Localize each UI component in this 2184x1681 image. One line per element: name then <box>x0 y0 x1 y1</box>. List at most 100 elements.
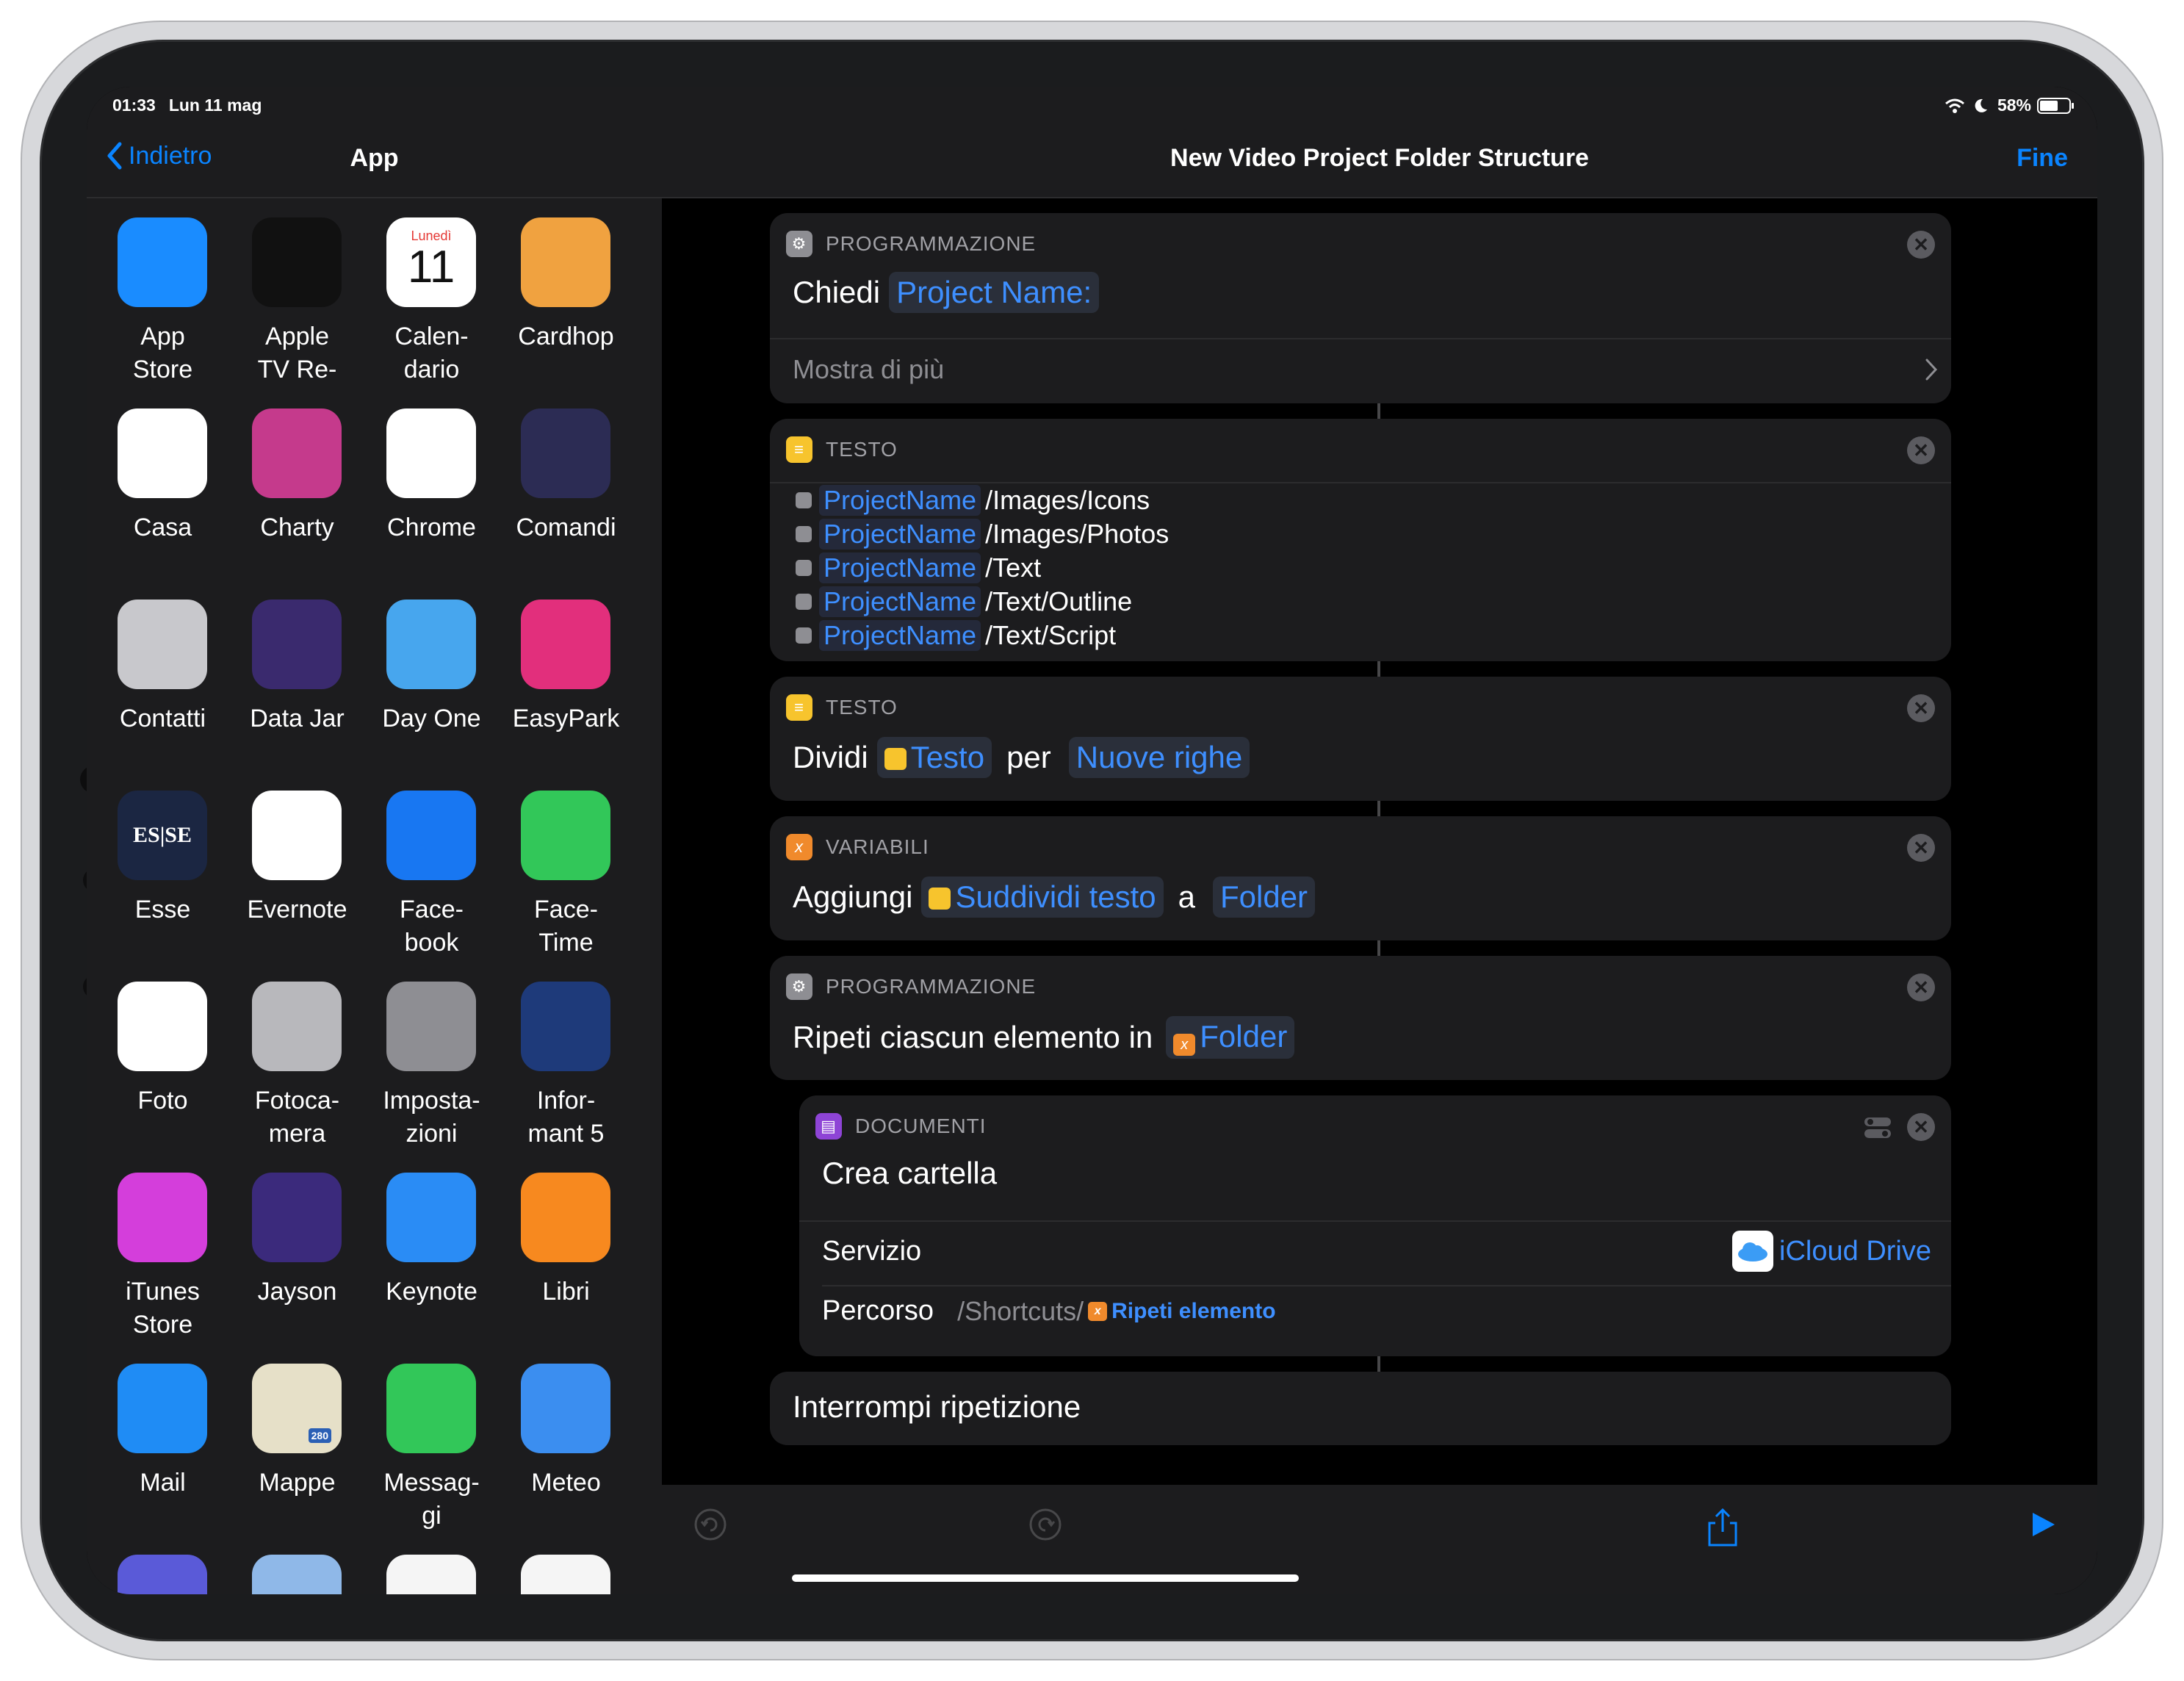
app-label: Keynote <box>386 1278 477 1306</box>
app-item[interactable]: Contatti <box>95 600 230 787</box>
action-title: Crea cartella <box>822 1156 998 1190</box>
action-category: PROGRAMMAZIONE <box>826 975 1037 998</box>
action-text[interactable]: ≡ TESTO ✕ ProjectName/Images/Icons Projec… <box>770 419 1951 661</box>
action-split-text[interactable]: ≡ TESTO ✕ Dividi Testo per Nuove righe <box>770 677 1951 801</box>
app-item[interactable]: Comandi <box>499 408 633 596</box>
project-name-token[interactable]: ProjectName <box>819 620 981 651</box>
app-item[interactable]: Casa <box>95 408 230 596</box>
icloud-icon <box>1732 1231 1774 1272</box>
separator-parameter[interactable]: Nuove righe <box>1068 737 1250 778</box>
action-add-to-variable[interactable]: x VARIABILI ✕ Aggiungi Suddividi testo a… <box>770 816 1951 940</box>
jayson-icon <box>252 1173 342 1262</box>
app-item[interactable]: Apple TV Re- <box>230 217 364 405</box>
remove-action-button[interactable]: ✕ <box>1907 694 1935 722</box>
prompt-parameter[interactable]: Project Name: <box>889 272 1100 313</box>
nav-bar <box>662 87 2097 198</box>
action-ask-input[interactable]: ⚙ PROGRAMMAZIONE ✕ Chiedi Project Name: … <box>770 213 1951 403</box>
app-item[interactable] <box>364 1555 499 1594</box>
text-icon <box>929 888 951 910</box>
app-item[interactable]: Keynote <box>364 1173 499 1360</box>
text-variable[interactable]: Testo <box>876 737 992 778</box>
remove-action-button[interactable]: ✕ <box>1907 834 1935 862</box>
app-item[interactable]: Messag- gi <box>364 1364 499 1551</box>
app-item[interactable]: Imposta- zioni <box>364 982 499 1169</box>
text-icon <box>884 748 907 770</box>
app-item[interactable]: App Store <box>95 217 230 405</box>
app-label: Messag- gi <box>383 1469 480 1530</box>
app-item[interactable]: Evernote <box>230 791 364 978</box>
remove-action-button[interactable]: ✕ <box>1907 1113 1935 1141</box>
app-item[interactable]: Data Jar <box>230 600 364 787</box>
app-label: Mail <box>140 1469 186 1497</box>
app-item[interactable]: iTunes Store <box>95 1173 230 1360</box>
app-item[interactable]: Face- book <box>364 791 499 978</box>
text-line: ProjectName/Text/Outline <box>796 585 1169 619</box>
remove-action-button[interactable]: ✕ <box>1907 436 1935 464</box>
app-item[interactable]: 280 Mappe <box>230 1364 364 1551</box>
service-value[interactable]: iCloud Drive <box>1732 1231 1931 1272</box>
play-icon[interactable] <box>2028 1510 2058 1539</box>
app-item[interactable]: Face- Time <box>499 791 633 978</box>
app-item[interactable]: Meteo <box>499 1364 633 1551</box>
app-item[interactable] <box>499 1555 633 1594</box>
action-row: Aggiungi Suddividi testo a Folder <box>793 877 1316 918</box>
chevron-right-icon <box>1925 359 1938 381</box>
mail-icon <box>118 1364 207 1453</box>
remove-action-button[interactable]: ✕ <box>1907 973 1935 1001</box>
moon-icon <box>1975 98 1987 112</box>
itunes-store-icon <box>118 1173 207 1262</box>
folder-variable[interactable]: x Folder <box>1166 1016 1295 1059</box>
home-indicator <box>792 1574 1299 1582</box>
battery-percent: 58% <box>1997 96 2031 115</box>
app-item[interactable]: Charty <box>230 408 364 596</box>
action-repeat-each[interactable]: ⚙ PROGRAMMAZIONE ✕ Ripeti ciascun elemen… <box>770 956 1951 1080</box>
action-header: ≡ TESTO <box>786 436 898 463</box>
action-end-repeat[interactable]: Interrompi ripetizione <box>770 1372 1951 1445</box>
app-item[interactable]: Foto <box>95 982 230 1169</box>
contacts-icon <box>118 600 207 689</box>
path-row[interactable]: Percorso /Shortcuts/ x Ripeti elemento <box>822 1295 1276 1327</box>
show-more-label: Mostra di più <box>793 354 945 384</box>
show-more-button[interactable]: Mostra di più <box>793 354 1939 385</box>
split-text-variable[interactable]: Suddividi testo <box>921 877 1164 918</box>
app-item[interactable]: Day One <box>364 600 499 787</box>
app-label: Calen- dario <box>394 323 469 384</box>
done-button[interactable]: Fine <box>2017 144 2068 173</box>
share-icon[interactable] <box>1705 1507 1740 1548</box>
informant-icon <box>521 982 610 1071</box>
project-name-token[interactable]: ProjectName <box>819 552 981 583</box>
app-label: Casa <box>133 514 192 541</box>
undo-icon[interactable] <box>693 1507 728 1542</box>
app-item[interactable]: Chrome <box>364 408 499 596</box>
app-item[interactable]: EasyPark <box>499 600 633 787</box>
app-item[interactable] <box>95 1555 230 1594</box>
app-item[interactable]: Infor- mant 5 <box>499 982 633 1169</box>
action-create-folder[interactable]: ▤ DOCUMENTI ✕ Crea cartella Servizio iCl… <box>799 1095 1951 1356</box>
app-item[interactable]: Lunedì 11 Calen- dario <box>364 217 499 405</box>
variable-name-parameter[interactable]: Folder <box>1213 877 1316 918</box>
project-name-token[interactable]: ProjectName <box>819 519 981 550</box>
toggle-options-icon[interactable] <box>1863 1113 1892 1142</box>
app-item[interactable] <box>230 1555 364 1594</box>
text-icon: ≡ <box>786 436 812 463</box>
redo-icon[interactable] <box>1028 1507 1063 1542</box>
project-name-token[interactable]: ProjectName <box>819 485 981 516</box>
app-item[interactable]: Cardhop <box>499 217 633 405</box>
text-line: ProjectName/Images/Icons <box>796 483 1169 517</box>
app-item[interactable]: Jayson <box>230 1173 364 1360</box>
data-jar-icon <box>252 600 342 689</box>
app-item[interactable]: Fotoca- mera <box>230 982 364 1169</box>
variable-icon: x <box>786 834 812 860</box>
path-text: /Images/Icons <box>985 485 1150 515</box>
service-row[interactable]: Servizio iCloud Drive <box>822 1231 1931 1272</box>
remove-action-button[interactable]: ✕ <box>1907 231 1935 259</box>
action-mid: a <box>1178 879 1195 914</box>
repeat-item-token[interactable]: x Ripeti elemento <box>1088 1299 1276 1324</box>
app-label: Face- book <box>400 896 464 957</box>
app-item[interactable]: ES|SE Esse <box>95 791 230 978</box>
project-name-token[interactable]: ProjectName <box>819 586 981 617</box>
settings-icon <box>386 982 476 1071</box>
text-content[interactable]: ProjectName/Images/Icons ProjectName/Imag… <box>796 483 1169 652</box>
app-item[interactable]: Mail <box>95 1364 230 1551</box>
app-item[interactable]: Libri <box>499 1173 633 1360</box>
